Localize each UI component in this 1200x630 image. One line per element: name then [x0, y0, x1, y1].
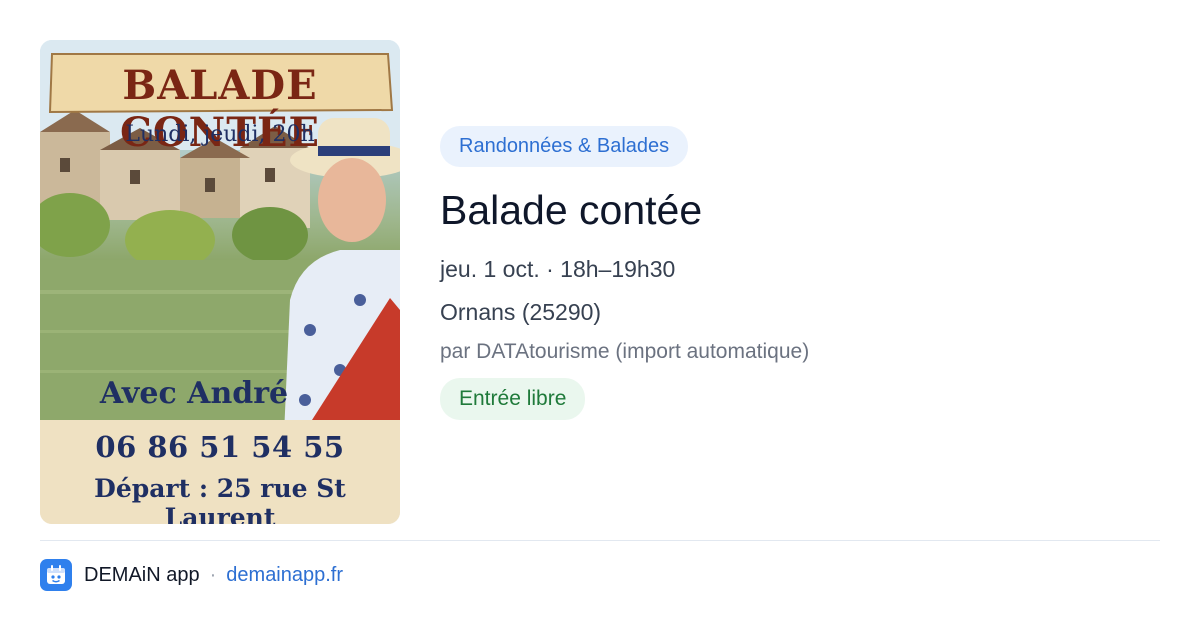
category-badge[interactable]: Randonnées & Balades [440, 126, 689, 167]
poster-guide: Avec André [99, 376, 289, 411]
event-details: Randonnées & Balades Balade contée jeu. … [440, 126, 809, 420]
app-name: DEMAiN app [84, 563, 200, 586]
poster-schedule: Lundi, jeudi, 20h [125, 122, 315, 147]
app-website-link[interactable]: demainapp.fr [226, 564, 343, 587]
footer-divider [40, 540, 1160, 541]
event-datetime: jeu. 1 oct. · 18h–19h30 [440, 256, 676, 282]
event-poster-image: BALADE CONTÉE Lundi, jeudi, 20h Avec And… [40, 40, 400, 524]
footer: DEMAiN app · demainapp.fr [40, 558, 343, 592]
event-organizer: par DATAtourisme (import automatique) [440, 340, 810, 363]
app-logo-icon [40, 559, 72, 591]
price-badge: Entrée libre [440, 378, 586, 420]
poster-phone: 06 86 51 54 55 [95, 430, 345, 464]
footer-separator: · [209, 563, 217, 586]
poster-title: BALADE CONTÉE [120, 62, 320, 156]
event-location: Ornans (25290) [440, 299, 602, 325]
event-title: Balade contée [440, 187, 703, 233]
poster-departure: Départ : 25 rue St Laurent [94, 474, 346, 524]
